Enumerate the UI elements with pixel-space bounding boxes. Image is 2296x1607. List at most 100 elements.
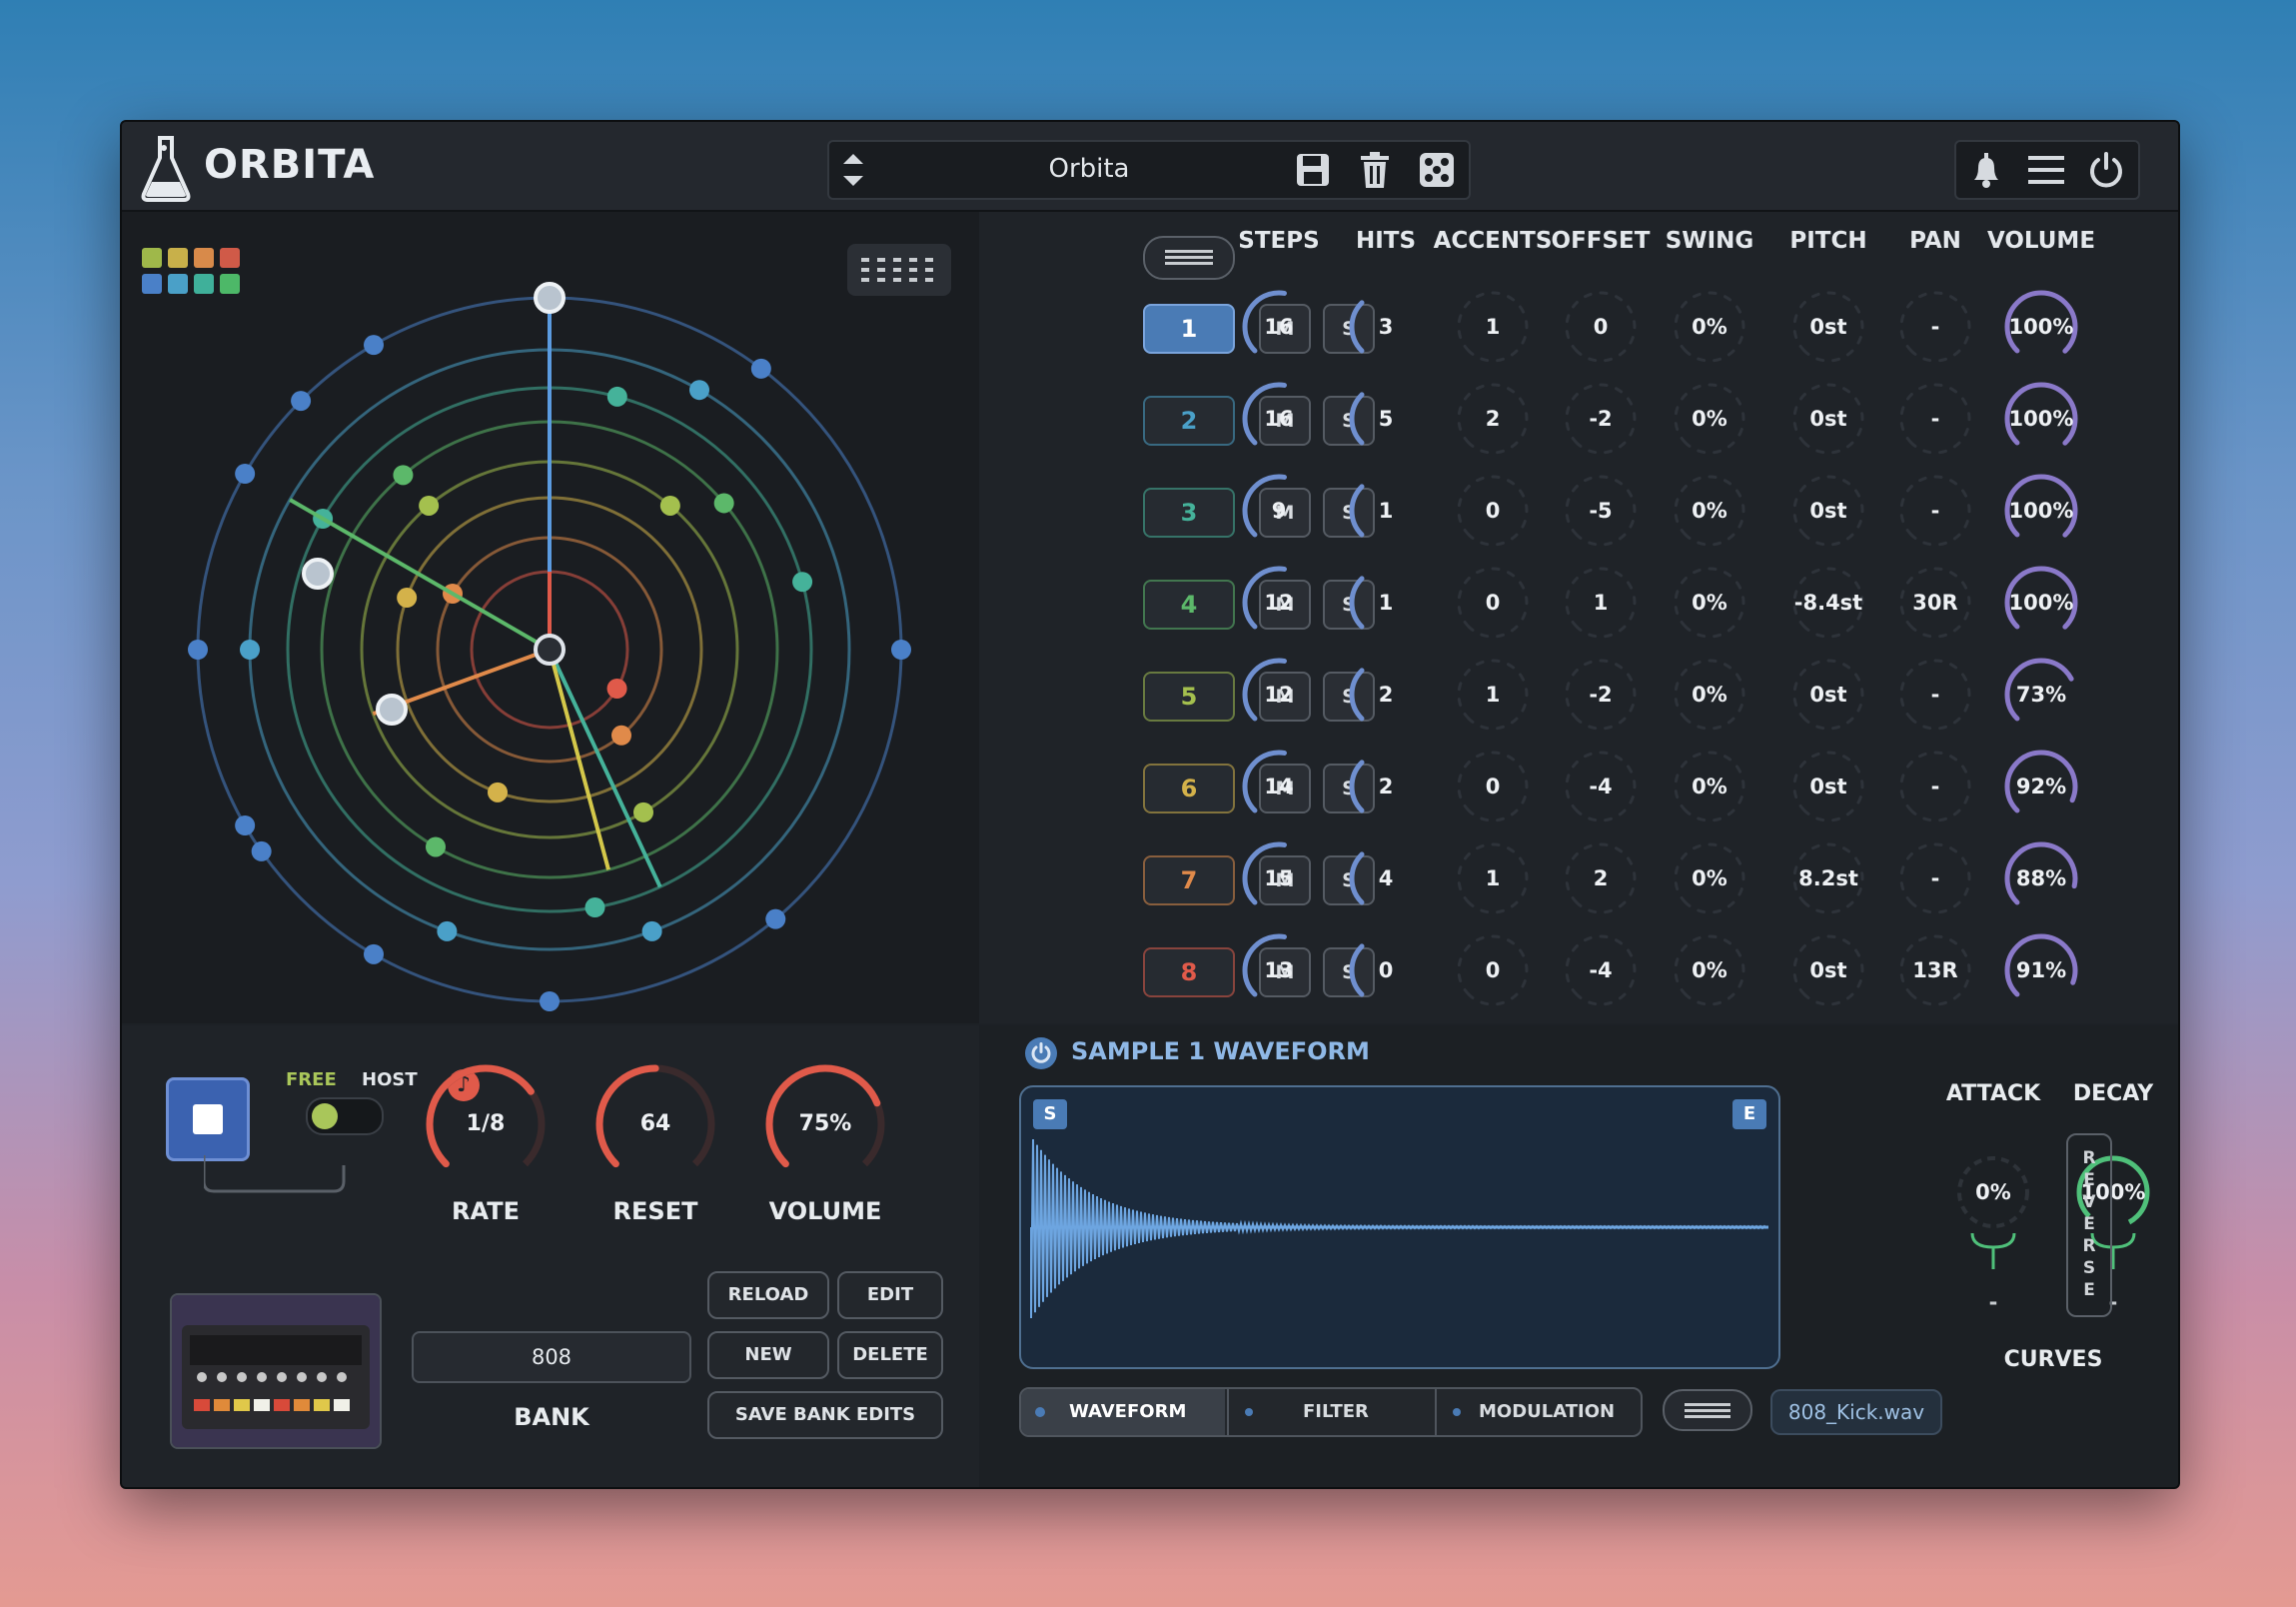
sample-menu-button[interactable]	[1663, 1389, 1752, 1431]
pitch-knob-4[interactable]: -8.4st	[1787, 562, 1869, 644]
tab-filter[interactable]: FILTER	[1227, 1389, 1435, 1435]
volume-knob[interactable]: 75%	[760, 1059, 890, 1189]
track-number-8[interactable]: 8	[1143, 947, 1235, 997]
track-number-3[interactable]: 3	[1143, 488, 1235, 538]
swing-knob-6[interactable]: 0%	[1669, 746, 1750, 827]
pitch-knob-6[interactable]: 0st	[1787, 746, 1869, 827]
hamburger-icon[interactable]	[2026, 150, 2066, 190]
volume-knob-7[interactable]: 88%	[2000, 837, 2082, 919]
pan-knob-1[interactable]: -	[1894, 286, 1976, 368]
pan-knob-4[interactable]: 30R	[1894, 562, 1976, 644]
hits-knob-8[interactable]: 0	[1345, 929, 1427, 1011]
volume-knob-5[interactable]: 73%	[2000, 654, 2082, 736]
accents-knob-4[interactable]: 0	[1452, 562, 1534, 644]
offset-knob-1[interactable]: 0	[1560, 286, 1642, 368]
pan-knob-7[interactable]: -	[1894, 837, 1976, 919]
reverse-button[interactable]: REVERSE	[2066, 1133, 2112, 1317]
track-number-7[interactable]: 7	[1143, 855, 1235, 905]
track-number-4[interactable]: 4	[1143, 580, 1235, 630]
sample-power-icon[interactable]	[1025, 1037, 1057, 1069]
pan-knob-5[interactable]: -	[1894, 654, 1976, 736]
track-number-1[interactable]: 1	[1143, 304, 1235, 354]
accents-knob-6[interactable]: 0	[1452, 746, 1534, 827]
volume-knob-6[interactable]: 92%	[2000, 746, 2082, 827]
hits-knob-4[interactable]: 1	[1345, 562, 1427, 644]
offset-knob-2[interactable]: -2	[1560, 378, 1642, 460]
accents-knob-8[interactable]: 0	[1452, 929, 1534, 1011]
tab-modulation[interactable]: MODULATION	[1435, 1389, 1641, 1435]
stop-button[interactable]	[166, 1077, 250, 1161]
pan-knob-6[interactable]: -	[1894, 746, 1976, 827]
attack-curve-knob[interactable]: -	[1952, 1267, 2034, 1337]
steps-knob-4[interactable]: 12	[1238, 562, 1320, 644]
accents-knob-3[interactable]: 0	[1452, 470, 1534, 552]
volume-knob-2[interactable]: 100%	[2000, 378, 2082, 460]
offset-knob-7[interactable]: 2	[1560, 837, 1642, 919]
trash-icon[interactable]	[1355, 150, 1395, 190]
pitch-knob-1[interactable]: 0st	[1787, 286, 1869, 368]
swing-knob-8[interactable]: 0%	[1669, 929, 1750, 1011]
sample-file-name[interactable]: 808_Kick.wav	[1770, 1389, 1942, 1435]
edit-button[interactable]: EDIT	[837, 1271, 943, 1319]
swing-knob-7[interactable]: 0%	[1669, 837, 1750, 919]
pan-knob-2[interactable]: -	[1894, 378, 1976, 460]
steps-knob-5[interactable]: 12	[1238, 654, 1320, 736]
free-host-toggle[interactable]	[306, 1097, 384, 1135]
hits-knob-1[interactable]: 3	[1345, 286, 1427, 368]
bank-field[interactable]: 808	[412, 1331, 691, 1383]
hits-knob-5[interactable]: 2	[1345, 654, 1427, 736]
hits-knob-2[interactable]: 5	[1345, 378, 1427, 460]
offset-knob-5[interactable]: -2	[1560, 654, 1642, 736]
reset-knob[interactable]: 64	[590, 1059, 720, 1189]
swing-knob-3[interactable]: 0%	[1669, 470, 1750, 552]
steps-knob-7[interactable]: 15	[1238, 837, 1320, 919]
accents-knob-1[interactable]: 1	[1452, 286, 1534, 368]
new-button[interactable]: NEW	[707, 1331, 829, 1379]
power-icon[interactable]	[2086, 150, 2126, 190]
rate-knob[interactable]: 1/8	[421, 1059, 551, 1189]
accents-knob-2[interactable]: 2	[1452, 378, 1534, 460]
pitch-knob-3[interactable]: 0st	[1787, 470, 1869, 552]
track-number-6[interactable]: 6	[1143, 764, 1235, 813]
delete-button[interactable]: DELETE	[837, 1331, 943, 1379]
save-icon[interactable]	[1293, 150, 1333, 190]
hits-knob-6[interactable]: 2	[1345, 746, 1427, 827]
hits-knob-7[interactable]: 4	[1345, 837, 1427, 919]
reload-button[interactable]: RELOAD	[707, 1271, 829, 1319]
accents-knob-5[interactable]: 1	[1452, 654, 1534, 736]
pitch-knob-8[interactable]: 0st	[1787, 929, 1869, 1011]
swing-knob-4[interactable]: 0%	[1669, 562, 1750, 644]
tab-waveform[interactable]: WAVEFORM	[1021, 1389, 1225, 1435]
attack-knob[interactable]: 0%	[1952, 1151, 2034, 1233]
steps-knob-2[interactable]: 16	[1238, 378, 1320, 460]
pan-knob-8[interactable]: 13R	[1894, 929, 1976, 1011]
hits-knob-3[interactable]: 1	[1345, 470, 1427, 552]
swing-knob-1[interactable]: 0%	[1669, 286, 1750, 368]
swing-knob-5[interactable]: 0%	[1669, 654, 1750, 736]
track-number-5[interactable]: 5	[1143, 672, 1235, 722]
volume-knob-3[interactable]: 100%	[2000, 470, 2082, 552]
dice-icon[interactable]	[1417, 150, 1457, 190]
pitch-knob-2[interactable]: 0st	[1787, 378, 1869, 460]
pan-knob-3[interactable]: -	[1894, 470, 1976, 552]
track-number-2[interactable]: 2	[1143, 396, 1235, 446]
swing-knob-2[interactable]: 0%	[1669, 378, 1750, 460]
offset-knob-6[interactable]: -4	[1560, 746, 1642, 827]
steps-knob-3[interactable]: 9	[1238, 470, 1320, 552]
pitch-knob-7[interactable]: 8.2st	[1787, 837, 1869, 919]
accents-knob-7[interactable]: 1	[1452, 837, 1534, 919]
waveform-display[interactable]: S E	[1019, 1085, 1780, 1369]
steps-knob-1[interactable]: 16	[1238, 286, 1320, 368]
volume-knob-4[interactable]: 100%	[2000, 562, 2082, 644]
bell-icon[interactable]	[1966, 150, 2006, 190]
preset-selector[interactable]: Orbita	[827, 140, 1471, 200]
offset-knob-4[interactable]: 1	[1560, 562, 1642, 644]
save-bank-edits-button[interactable]: SAVE BANK EDITS	[707, 1391, 943, 1439]
volume-knob-8[interactable]: 91%	[2000, 929, 2082, 1011]
steps-knob-8[interactable]: 13	[1238, 929, 1320, 1011]
offset-knob-3[interactable]: -5	[1560, 470, 1642, 552]
offset-knob-8[interactable]: -4	[1560, 929, 1642, 1011]
pitch-knob-5[interactable]: 0st	[1787, 654, 1869, 736]
steps-knob-6[interactable]: 14	[1238, 746, 1320, 827]
chevron-up-down-icon[interactable]	[829, 142, 877, 198]
